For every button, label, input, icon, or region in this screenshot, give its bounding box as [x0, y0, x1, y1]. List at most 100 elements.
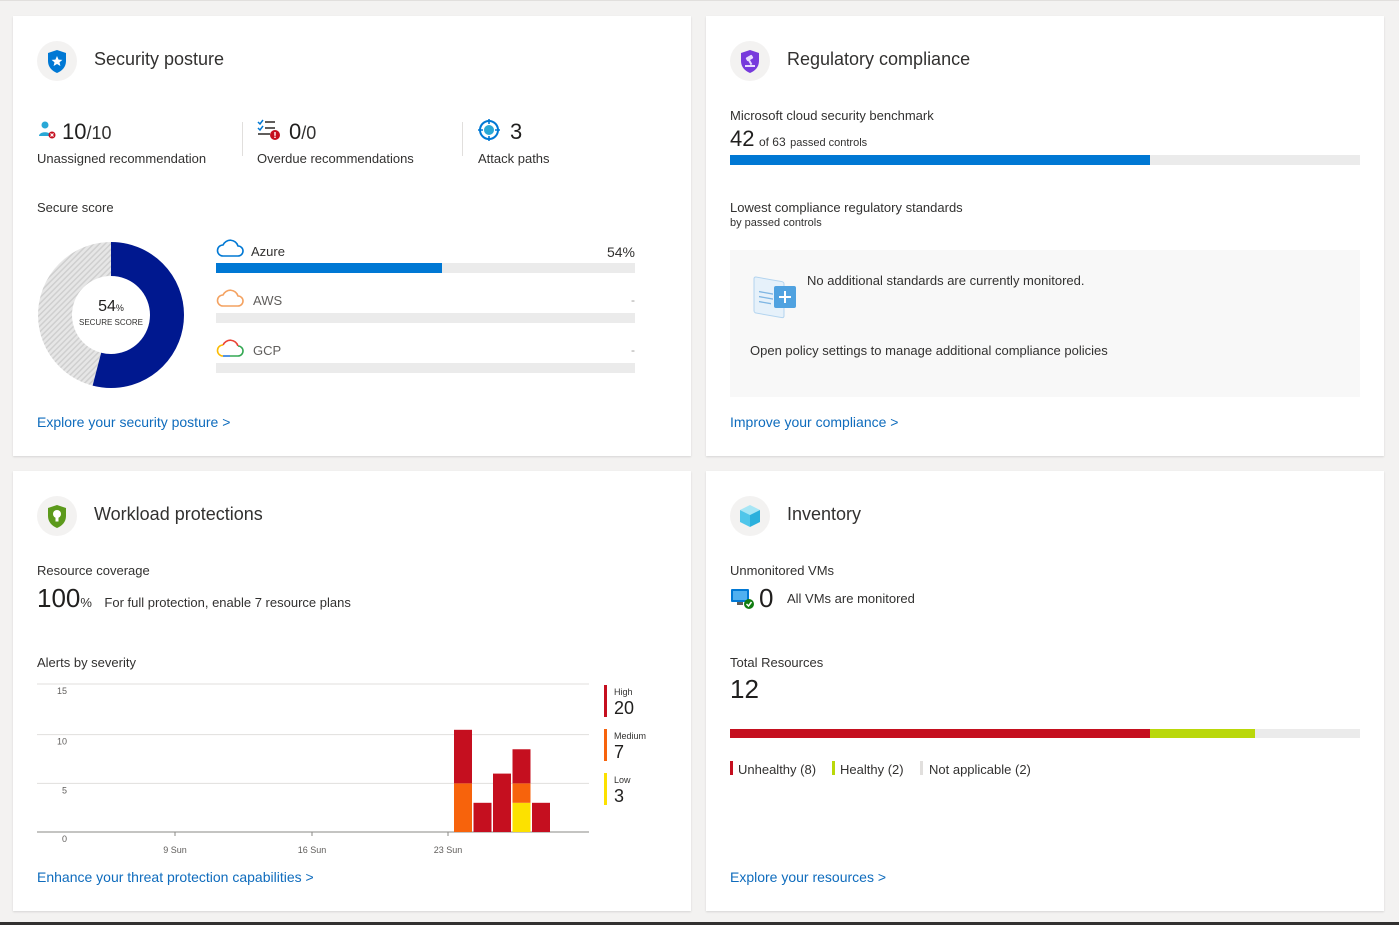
cloud-name-azure: Azure	[251, 244, 285, 259]
bar-high-24[interactable]	[473, 802, 492, 832]
bar-high-23[interactable]	[454, 729, 472, 784]
shield-star-icon	[37, 41, 77, 81]
donut-number: 54	[98, 298, 116, 315]
aws-cloud-icon	[216, 288, 244, 313]
lowest-compliance-label: Lowest compliance regulatory standards	[730, 200, 963, 215]
label-healthy: Healthy (2)	[840, 762, 904, 777]
donut-center-value: 54%	[38, 298, 184, 316]
coverage-number: 100	[37, 583, 81, 613]
bar-high-26[interactable]	[512, 749, 531, 784]
unmonitored-vms-value: 0	[759, 583, 774, 613]
x-tick-label: 9 Sun	[163, 845, 187, 855]
divider	[242, 122, 243, 156]
lowest-compliance-sub: by passed controls	[730, 217, 822, 229]
benchmark-label: Microsoft cloud security benchmark	[730, 108, 934, 123]
swatch-not-applicable	[920, 761, 923, 775]
label-not-applicable: Not applicable (2)	[929, 762, 1031, 777]
passed-value: 42	[730, 126, 755, 151]
document-plus-icon	[750, 270, 802, 327]
explore-security-posture-link[interactable]: Explore your security posture >	[37, 414, 230, 430]
overdue-value: 0/0	[289, 119, 316, 145]
label-unhealthy: Unhealthy (8)	[738, 762, 817, 777]
vm-check-icon	[730, 587, 756, 616]
metric-number: 0	[289, 119, 302, 144]
empty-standards-message: No additional standards are currently mo…	[807, 273, 1085, 288]
passed-suffix: passed controls	[790, 137, 868, 149]
overdue-label: Overdue recommendations	[257, 151, 414, 166]
bar-high-25[interactable]	[493, 773, 511, 832]
legend-label-high: High	[614, 687, 633, 697]
gcp-score-bar	[216, 363, 635, 373]
bar-high-27[interactable]	[532, 802, 550, 832]
passed-of: of 63	[758, 135, 786, 149]
target-icon	[478, 119, 500, 141]
y-tick-label: 10	[57, 737, 67, 747]
attack-paths-value: 3	[510, 119, 523, 144]
health-segment-1	[1149, 729, 1255, 738]
attack-paths-label: Attack paths	[478, 151, 550, 166]
alerts-by-severity-chart: 15 10 5 0 9 Sun 16 Sun 23 Sun	[37, 683, 589, 855]
passed-controls: 42 of 63 passed controls	[730, 126, 867, 152]
cloud-value-gcp: -	[631, 343, 635, 357]
improve-compliance-link[interactable]: Improve your compliance >	[730, 414, 898, 430]
unmonitored-vms-label: Unmonitored VMs	[730, 563, 835, 578]
security-posture-card: Security posture 10/10 Unassigned recomm…	[13, 16, 691, 456]
resource-health-bar	[730, 729, 1360, 738]
donut-caption: SECURE SCORE	[78, 318, 143, 327]
cloud-name-gcp: GCP	[253, 343, 282, 358]
unassigned-label: Unassigned recommendation	[37, 151, 207, 166]
cloud-name-aws: AWS	[253, 293, 283, 308]
legend-value-medium: 7	[614, 742, 625, 762]
azure-cloud-icon	[216, 238, 244, 263]
unassigned-value: 10/10	[62, 119, 112, 145]
resource-coverage-label: Resource coverage	[37, 563, 150, 578]
gavel-shield-icon	[730, 41, 770, 81]
benchmark-bar	[730, 155, 1360, 165]
health-segment-0	[730, 729, 1150, 738]
shield-bulb-icon	[37, 496, 77, 536]
workload-protections-card: Workload protections Resource coverage 1…	[13, 471, 691, 911]
gcp-cloud-icon	[216, 338, 244, 363]
y-tick-label: 5	[62, 785, 67, 795]
coverage-pct: %	[80, 595, 92, 610]
legend-label-medium: Medium	[614, 731, 647, 741]
benchmark-fill	[730, 155, 1151, 165]
aws-score-bar	[216, 313, 635, 323]
legend-label-low: Low	[614, 775, 631, 785]
secure-score-label: Secure score	[37, 200, 114, 215]
azure-score-bar	[216, 263, 635, 273]
y-tick-label: 15	[57, 686, 67, 696]
metric-suffix: /0	[301, 123, 317, 143]
user-alert-icon	[37, 120, 57, 140]
legend-value-low: 3	[614, 786, 625, 806]
bar-medium-26[interactable]	[512, 783, 531, 803]
swatch-unhealthy	[730, 761, 733, 775]
top-border	[0, 0, 1399, 1]
resource-coverage-value: 100% For full protection, enable 7 resou…	[37, 583, 351, 614]
bar-low-26[interactable]	[512, 802, 531, 832]
policy-settings-message[interactable]: Open policy settings to manage additiona…	[750, 343, 1108, 358]
list-alert-icon	[257, 119, 281, 141]
total-resources-label: Total Resources	[730, 655, 824, 670]
legend-swatch-medium	[604, 729, 607, 761]
enhance-threat-protection-link[interactable]: Enhance your threat protection capabilit…	[37, 869, 314, 885]
explore-resources-link[interactable]: Explore your resources >	[730, 869, 886, 885]
x-tick-label: 23 Sun	[434, 845, 463, 855]
metric-suffix: /10	[86, 123, 112, 143]
card-title: Regulatory compliance	[787, 49, 971, 69]
cloud-value-azure: 54%	[606, 244, 635, 260]
card-title: Inventory	[787, 504, 862, 524]
azure-score-fill	[216, 263, 443, 273]
total-resources-value: 12	[730, 674, 759, 704]
x-tick-label: 16 Sun	[298, 845, 327, 855]
cloud-value-aws: -	[631, 293, 635, 307]
metric-number: 10	[62, 119, 87, 144]
card-title: Security posture	[94, 49, 225, 69]
legend-swatch-low	[604, 773, 607, 805]
empty-standards-panel: No additional standards are currently mo…	[730, 250, 1360, 397]
cube-icon	[730, 496, 770, 536]
bar-medium-23[interactable]	[454, 783, 472, 832]
legend-value-high: 20	[614, 698, 635, 718]
health-segment-2	[1254, 729, 1360, 738]
y-tick-label: 0	[62, 834, 67, 844]
